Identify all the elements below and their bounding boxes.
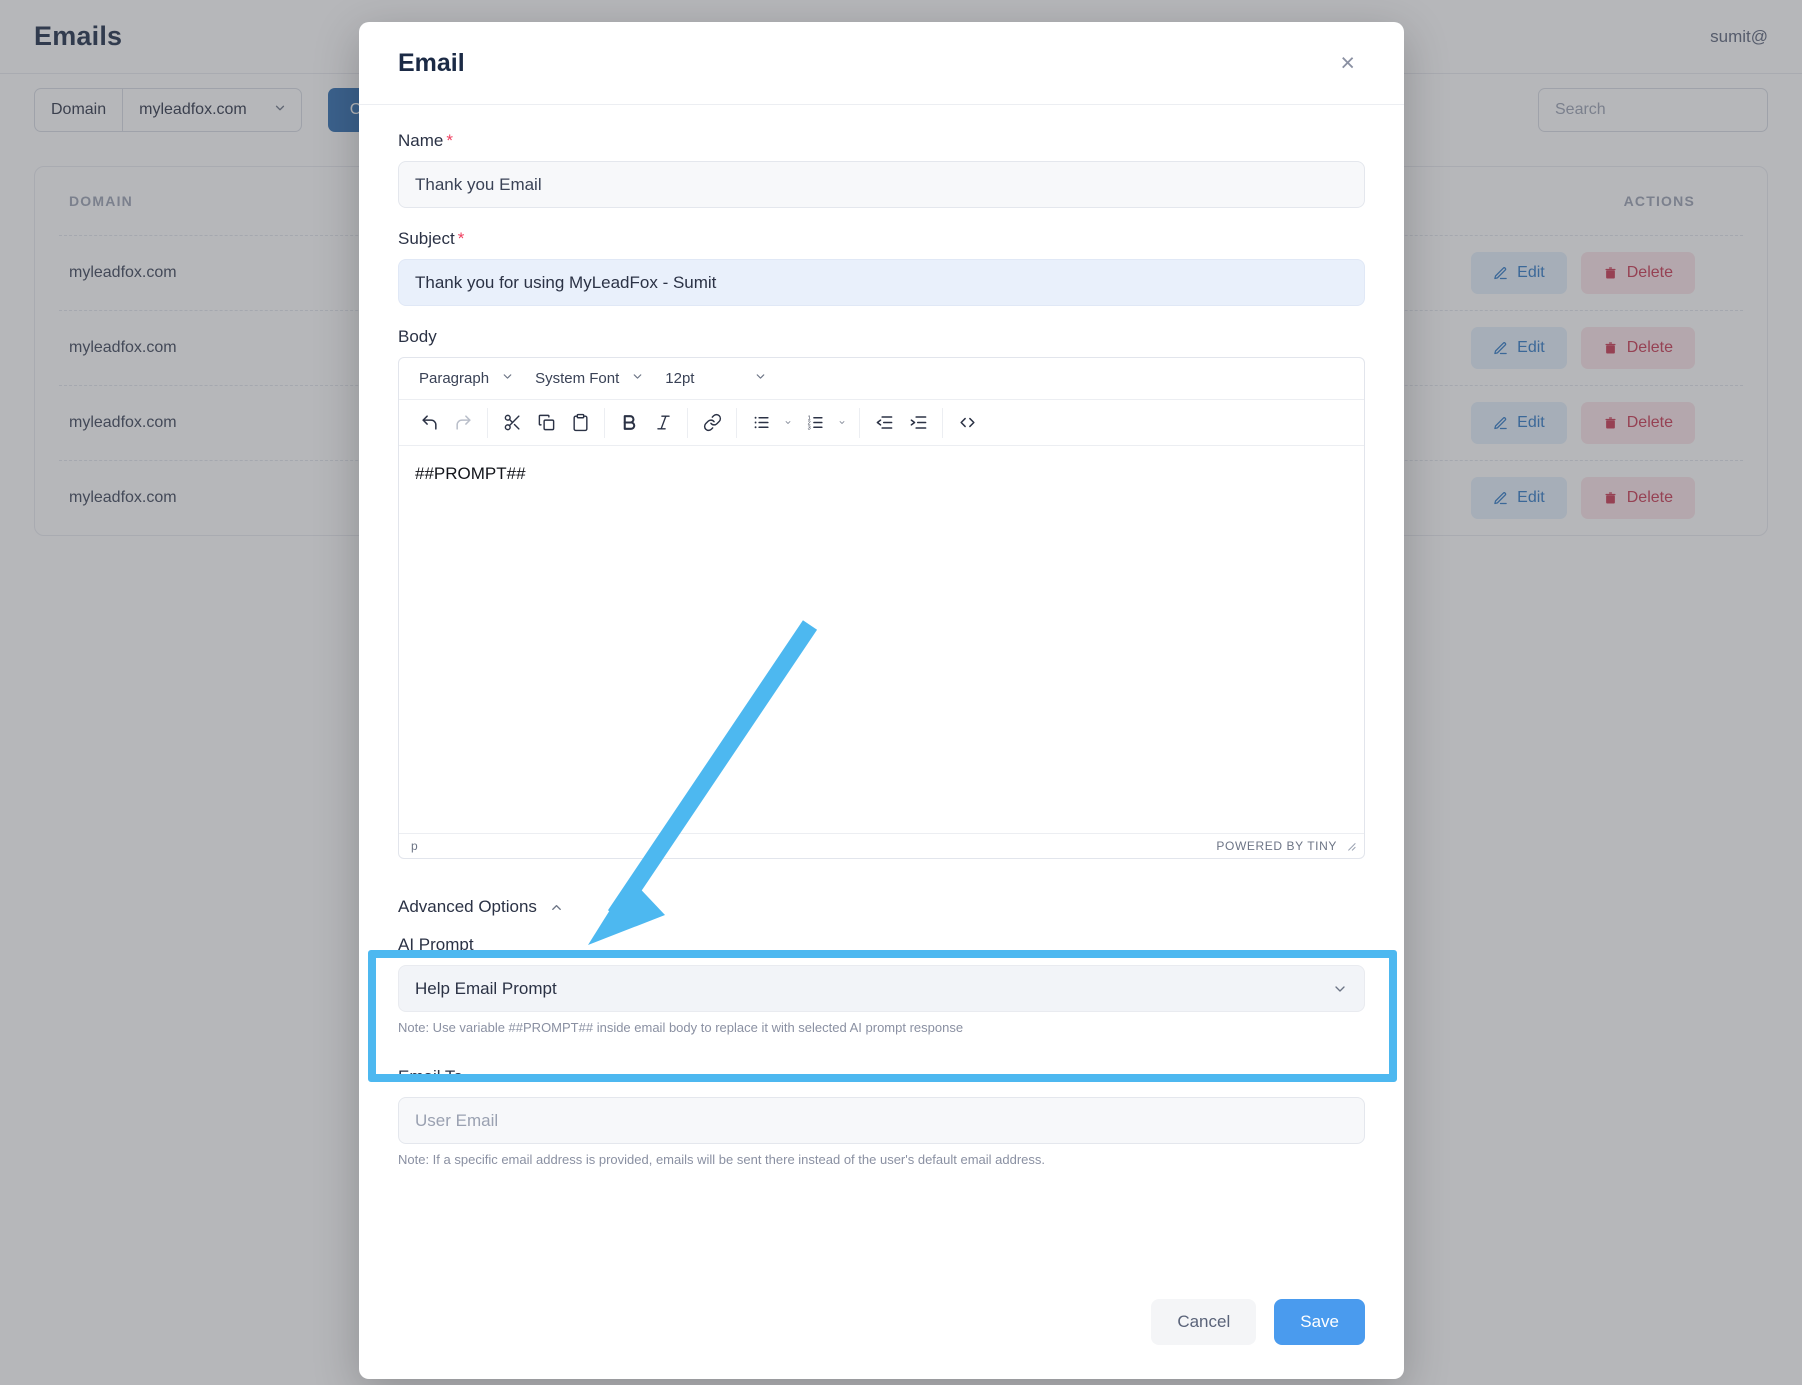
ai-prompt-note: Note: Use variable ##PROMPT## inside ema… <box>398 1020 964 1035</box>
ai-prompt-select[interactable]: Help Email Prompt <box>398 965 1365 1012</box>
block-format-value: Paragraph <box>419 370 490 387</box>
copy-icon[interactable] <box>529 408 563 438</box>
paste-icon[interactable] <box>563 408 597 438</box>
modal-header: Email × <box>359 22 1404 105</box>
chevron-up-icon <box>549 900 564 915</box>
editor-content-area[interactable]: ##PROMPT## <box>399 446 1364 833</box>
required-asterisk: * <box>457 229 465 248</box>
cut-icon[interactable] <box>495 408 529 438</box>
editor-toolbar: 123 <box>399 400 1364 446</box>
modal-title: Email <box>398 48 465 77</box>
save-button[interactable]: Save <box>1274 1299 1365 1345</box>
editor-status-bar: p POWERED BY TINY <box>399 833 1364 858</box>
undo-icon[interactable] <box>412 408 446 438</box>
advanced-options-section: Advanced Options AI Prompt Help Email Pr… <box>384 885 1379 1041</box>
link-icon[interactable] <box>695 408 729 438</box>
chevron-down-icon <box>1332 981 1348 997</box>
source-code-icon[interactable] <box>950 408 984 438</box>
bullet-list-icon[interactable] <box>744 408 778 438</box>
email-to-note: Note: If a specific email address is pro… <box>398 1152 1046 1168</box>
subject-input[interactable] <box>398 259 1365 306</box>
indent-group <box>860 407 943 438</box>
bold-icon[interactable] <box>612 408 646 438</box>
block-format-select[interactable]: Paragraph <box>407 363 523 395</box>
required-asterisk: * <box>446 131 453 150</box>
chevron-down-icon[interactable] <box>778 408 798 438</box>
ai-prompt-label: AI Prompt <box>398 935 474 954</box>
close-icon[interactable]: × <box>1330 45 1365 82</box>
redo-icon[interactable] <box>446 408 480 438</box>
subject-field-block: Subject * <box>398 229 1365 306</box>
link-group <box>688 407 737 438</box>
subject-label: Subject * <box>398 229 1365 249</box>
chevron-down-icon <box>501 370 514 387</box>
name-input[interactable] <box>398 161 1365 208</box>
editor-format-bar: Paragraph System Font 12pt <box>399 358 1364 400</box>
body-label: Body <box>398 327 437 346</box>
modal-footer: Cancel Save <box>359 1277 1404 1379</box>
email-to-label: Email To <box>398 1067 463 1087</box>
list-group: 123 <box>737 407 860 438</box>
clipboard-group <box>488 407 605 438</box>
italic-icon[interactable] <box>646 408 680 438</box>
body-field-block: Body Paragraph System Font 12pt 1 2 3 ##… <box>398 327 1365 859</box>
outdent-icon[interactable] <box>867 408 901 438</box>
tiny-branding-label: POWERED BY TINY <box>1216 839 1337 853</box>
indent-icon[interactable] <box>901 408 935 438</box>
ai-prompt-selected-value: Help Email Prompt <box>415 978 557 998</box>
svg-text:3: 3 <box>807 426 810 432</box>
chevron-down-icon <box>754 370 767 387</box>
text-style-group <box>605 407 688 438</box>
editor-resize-handle[interactable] <box>1345 839 1358 854</box>
source-group <box>943 408 991 438</box>
font-size-value: 12pt <box>665 370 695 387</box>
name-label-text: Name <box>398 131 444 150</box>
email-to-input[interactable] <box>398 1097 1365 1145</box>
history-group <box>405 407 488 438</box>
ai-prompt-field-block: AI Prompt Help Email Prompt Note: Use va… <box>398 935 1365 1037</box>
font-family-value: System Font <box>535 370 620 387</box>
numbered-list-icon[interactable]: 123 <box>798 408 832 438</box>
name-label: Name * <box>398 131 1365 151</box>
modal-body: Name* Subject* Body Paragraph <box>359 105 1404 1277</box>
font-family-select[interactable]: System Font <box>523 363 653 395</box>
email-modal: Email × Name* Subject* Body Paragraph <box>359 22 1404 1379</box>
cancel-button[interactable]: Cancel <box>1151 1299 1257 1345</box>
advanced-options-toggle[interactable]: Advanced Options <box>398 897 564 917</box>
rich-text-editor: Paragraph System Font 12pt 1 2 3 ##PROMP… <box>398 357 1365 859</box>
subject-label-text: Subject <box>398 229 455 248</box>
chevron-down-icon[interactable] <box>832 408 852 438</box>
font-size-select[interactable]: 12pt <box>653 363 776 395</box>
chevron-down-icon <box>631 370 644 387</box>
element-path: p <box>411 839 418 853</box>
name-field-block: Name * <box>398 131 1365 208</box>
email-to-field-block: Email To Note: If a specific email addre… <box>398 1067 1365 1169</box>
advanced-options-label: Advanced Options <box>398 897 537 916</box>
